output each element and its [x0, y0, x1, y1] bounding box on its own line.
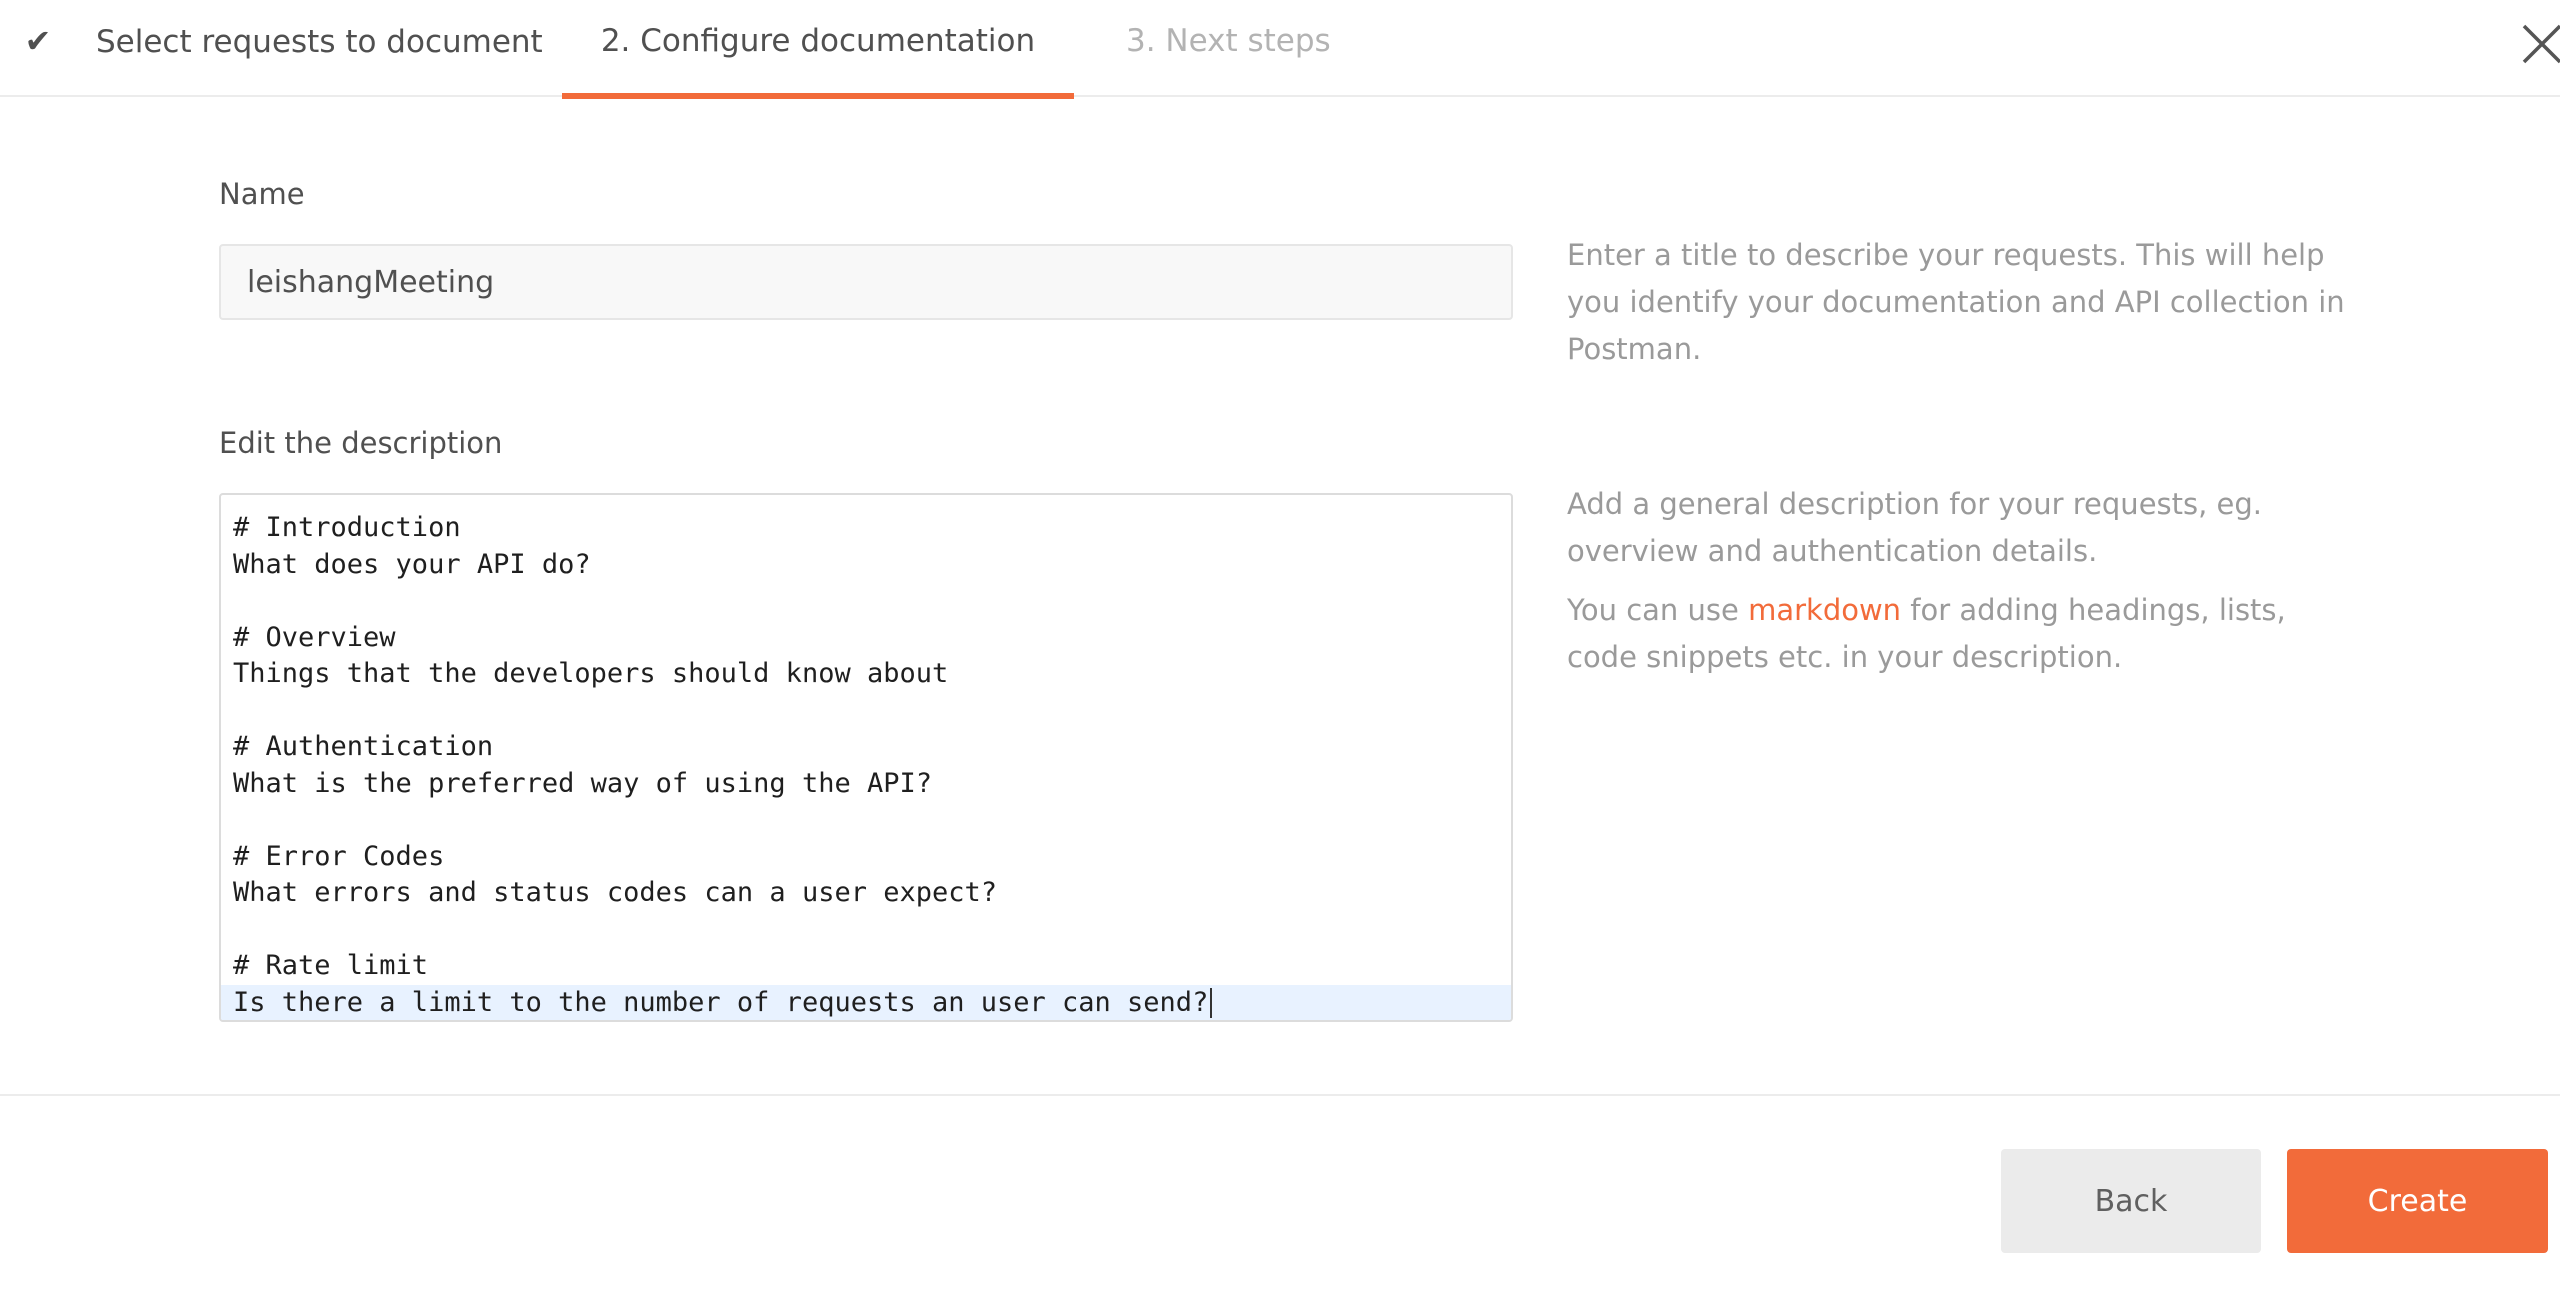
- footer-divider: [0, 1094, 2560, 1096]
- description-line-text: Is there a limit to the number of reques…: [233, 986, 1209, 1018]
- step-configure-documentation[interactable]: 2. Configure documentation: [562, 0, 1074, 99]
- step-2-label: 2. Configure documentation: [600, 23, 1036, 59]
- description-line: What errors and status codes can a user …: [233, 877, 998, 908]
- step-next-steps[interactable]: 3. Next steps: [1126, 0, 1331, 97]
- description-line: What is the preferred way of using the A…: [233, 767, 932, 799]
- description-line: [221, 802, 1511, 839]
- text-caret: [1210, 988, 1213, 1018]
- description-line: # Error Codes: [233, 840, 445, 872]
- description-line: [221, 583, 1511, 620]
- step-3-label: 3. Next steps: [1126, 23, 1331, 59]
- description-line: # Rate limit: [233, 950, 429, 981]
- description-line: Things that the developers should know a…: [233, 658, 949, 689]
- description-line: # Introduction: [233, 512, 461, 543]
- description-line: What does your API do?: [233, 548, 591, 580]
- description-label: Edit the description: [219, 426, 503, 460]
- back-button[interactable]: Back: [2001, 1149, 2261, 1253]
- description-help-2: You can use markdown for adding headings…: [1567, 593, 2286, 674]
- checkmark-icon: ✔: [24, 22, 52, 60]
- description-line: [221, 912, 1511, 949]
- step-bar: ✔ Select requests to document 2. Configur…: [0, 0, 2560, 99]
- description-line: [221, 693, 1511, 730]
- description-help-text: Add a general description for your reque…: [1567, 481, 2357, 681]
- create-button[interactable]: Create: [2287, 1149, 2548, 1253]
- description-line: # Authentication: [233, 731, 494, 762]
- description-line-active: Is there a limit to the number of reques…: [221, 984, 1511, 1020]
- name-help-text: Enter a title to describe your requests.…: [1567, 238, 2345, 366]
- description-editor[interactable]: # Introduction What does your API do? # …: [219, 493, 1513, 1022]
- description-help-1: Add a general description for your reque…: [1567, 487, 2263, 568]
- markdown-link[interactable]: markdown: [1748, 593, 1901, 627]
- name-label: Name: [219, 177, 305, 211]
- description-lines: # Introduction What does your API do? # …: [221, 495, 1511, 1020]
- name-input[interactable]: [219, 244, 1513, 320]
- step-select-requests[interactable]: ✔ Select requests to document: [20, 0, 543, 97]
- description-line: # Overview: [233, 621, 396, 653]
- close-icon[interactable]: [2516, 12, 2560, 72]
- step-1-label: Select requests to document: [96, 24, 543, 60]
